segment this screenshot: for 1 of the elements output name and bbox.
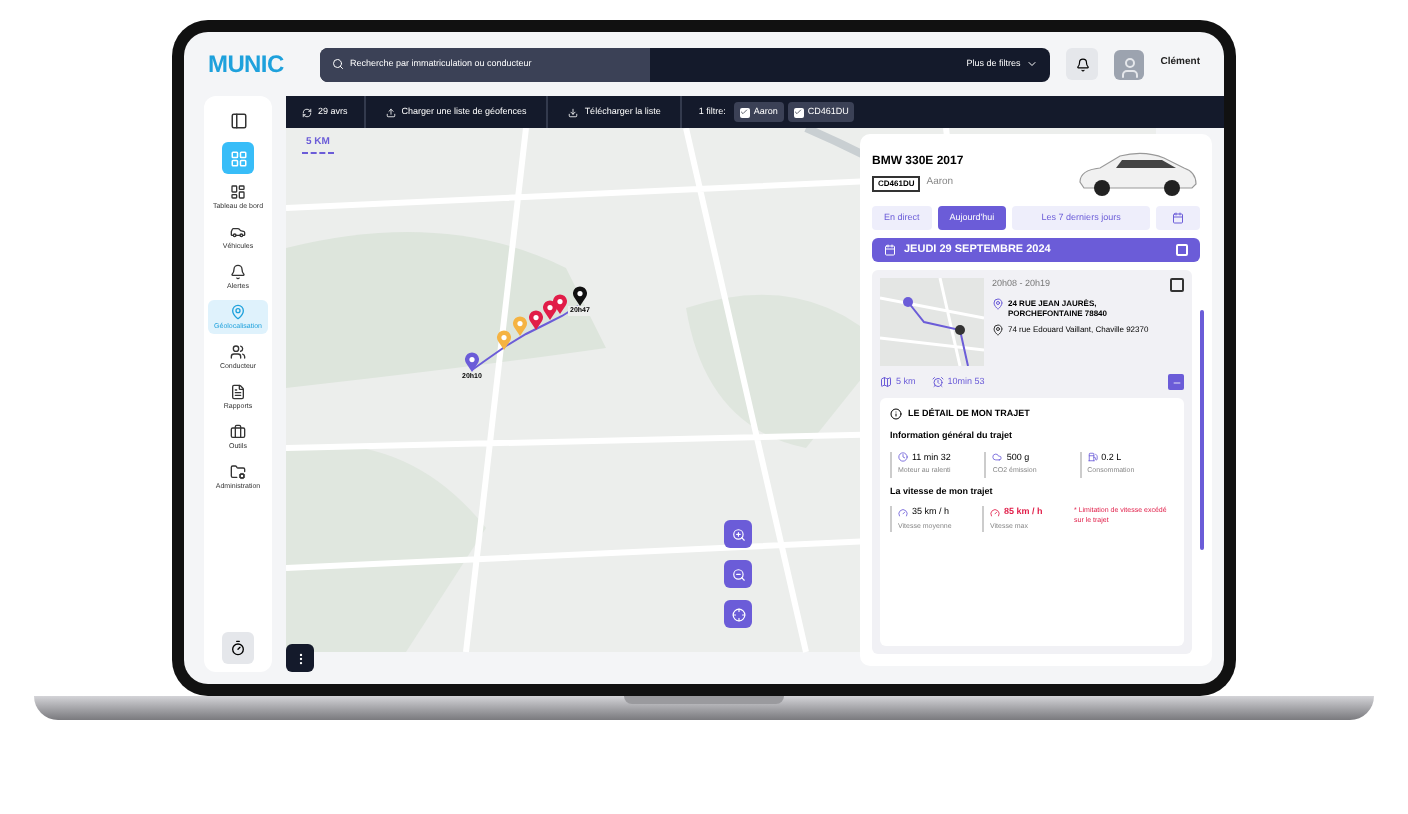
logo: MUNIC [208,48,286,82]
